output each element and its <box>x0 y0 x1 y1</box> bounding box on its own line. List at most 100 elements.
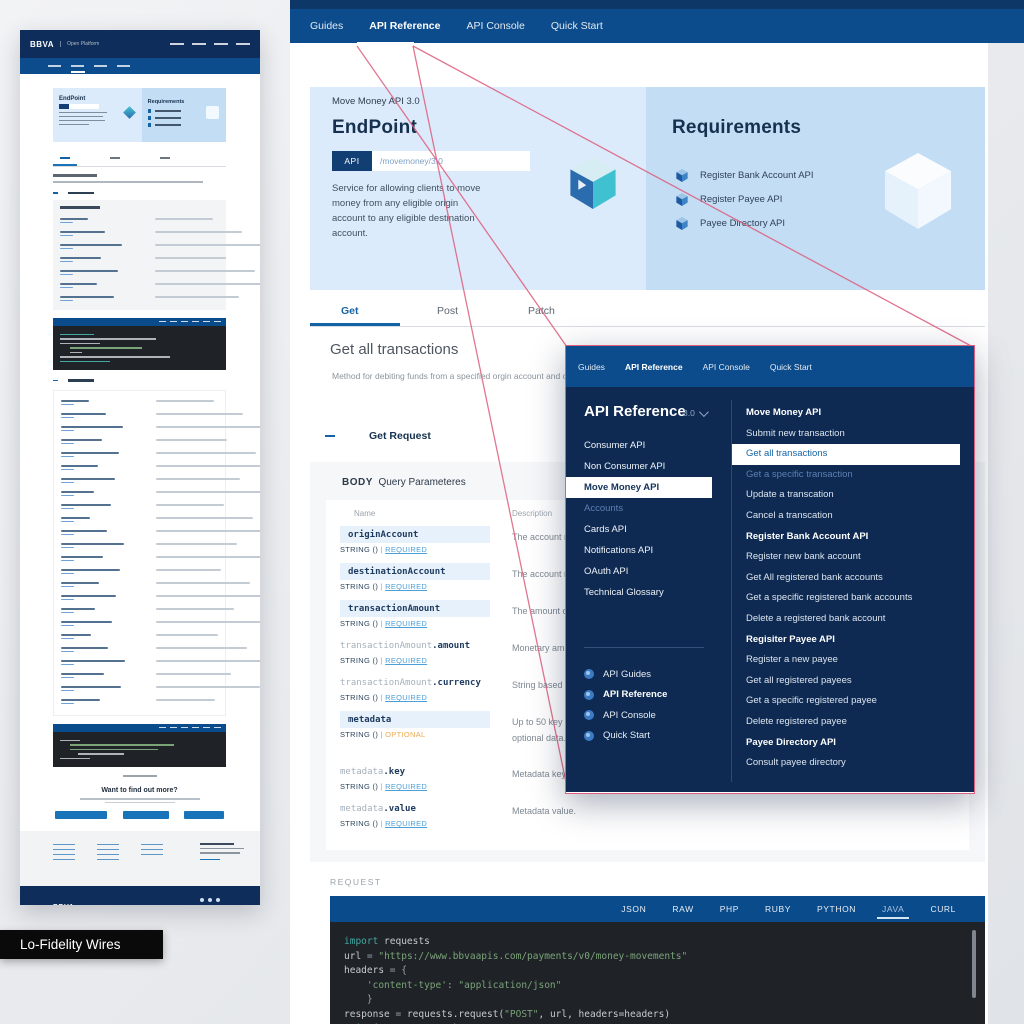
nav-item[interactable]: Quick Start <box>551 20 603 32</box>
parameter-flag[interactable]: REQUIRED <box>385 619 427 628</box>
method-tab[interactable]: Get <box>341 305 359 317</box>
popup-menu-item[interactable]: Update a transcation <box>732 485 974 506</box>
parameter-flag[interactable]: REQUIRED <box>385 693 427 702</box>
popup-sidebar-item[interactable]: Move Money API <box>566 477 712 498</box>
code-language-tab[interactable]: PYTHON <box>804 896 869 922</box>
thumb-response-toggle <box>53 379 226 382</box>
popup-sidebar-item[interactable]: Notifications API <box>566 540 731 561</box>
code-editor[interactable]: import requestsurl = "https://www.bbvaap… <box>330 922 985 1024</box>
globe-icon <box>584 710 594 720</box>
thumb-response-table <box>53 390 226 716</box>
popup-nav-item[interactable]: API Console <box>703 362 750 372</box>
popup-menu-item[interactable]: Regisiter Payee API <box>732 630 974 651</box>
nav-item[interactable]: API Reference <box>369 20 440 32</box>
popup-menu-item[interactable]: Get All registered bank accounts <box>732 568 974 589</box>
thumb-code-block-1 <box>53 318 226 371</box>
get-request-toggle[interactable]: Get Request <box>325 430 431 442</box>
method-tab[interactable]: Patch <box>528 305 555 317</box>
parameter-flag[interactable]: REQUIRED <box>385 545 427 554</box>
requirement-item[interactable]: Payee Directory API <box>676 211 814 235</box>
request-label: REQUEST <box>330 877 382 887</box>
parameter-flag[interactable]: REQUIRED <box>385 656 427 665</box>
thumb-code-lines <box>53 326 226 371</box>
popup-sidebar-item[interactable]: Accounts <box>566 498 731 519</box>
quick-link-label: API Reference <box>603 689 667 700</box>
parameter-flag[interactable]: REQUIRED <box>385 582 427 591</box>
popup-menu-item[interactable]: Delete a registered bank account <box>732 609 974 630</box>
parameter-flag[interactable]: REQUIRED <box>385 782 427 791</box>
endpoint-description: Service for allowing clients to move mon… <box>332 181 484 241</box>
popup-menu-item[interactable]: Get a specific registered bank accounts <box>732 588 974 609</box>
popup-nav-item[interactable]: Guides <box>578 362 605 372</box>
popup-quick-link[interactable]: API Reference <box>584 685 667 706</box>
method-tab[interactable]: Post <box>437 305 458 317</box>
thumb-param-rows <box>60 215 219 306</box>
thumb-footer-links <box>20 831 260 886</box>
thumb-code-block-2 <box>53 724 226 768</box>
code-scrollbar[interactable] <box>972 930 976 998</box>
popup-sidebar-item[interactable]: Consumer API <box>566 435 731 456</box>
thumb-social-icons <box>200 898 220 902</box>
cube-icon <box>676 193 688 206</box>
code-language-tab[interactable]: RAW <box>659 896 706 922</box>
popup-menu-item[interactable]: Consult payee directory <box>732 753 974 774</box>
nav-item[interactable]: Guides <box>310 20 343 32</box>
endpoint-path-field[interactable]: /movemoney/3.0 <box>372 151 530 171</box>
globe-icon <box>584 690 594 700</box>
popup-menu-item[interactable]: Move Money API <box>732 403 974 424</box>
thumb-footer-contact <box>200 840 260 886</box>
popup-menu-item[interactable]: Get a specific transaction <box>732 465 974 486</box>
version-dropdown[interactable]: 3.0 <box>683 408 706 418</box>
popup-divider <box>584 647 704 648</box>
popup-menu-item[interactable]: Payee Directory API <box>732 733 974 754</box>
popup-nav-item[interactable]: Quick Start <box>770 362 812 372</box>
requirement-item[interactable]: Register Payee API <box>676 187 814 211</box>
requirement-item[interactable]: Register Bank Account API <box>676 163 814 187</box>
popup-menu-item[interactable]: Submit new transaction <box>732 424 974 445</box>
popup-quick-link[interactable]: Quick Start <box>584 726 667 747</box>
code-language-tab[interactable]: PHP <box>707 896 752 922</box>
popup-sidebar-item[interactable]: Technical Glossary <box>566 582 731 603</box>
thumb-footer-brand: BBVA Open Platform <box>20 886 260 905</box>
code-language-tab[interactable]: JSON <box>608 896 659 922</box>
chevron-down-icon <box>699 407 709 417</box>
popup-sidebar-item[interactable]: Cards API <box>566 519 731 540</box>
thumb-white-cube-icon <box>206 106 219 119</box>
thumb-subnav <box>20 58 260 74</box>
nav-item[interactable]: API Console <box>466 20 524 32</box>
thumb-cta-buttons <box>53 811 226 819</box>
logo-suffix: Open Platform <box>60 41 99 47</box>
popup-menu-item[interactable]: Get all transactions <box>732 444 960 465</box>
active-method-tab-underline <box>310 323 400 326</box>
quick-link-label: API Console <box>603 710 656 721</box>
parameter-flag[interactable]: OPTIONAL <box>385 730 425 739</box>
popup-menu-item[interactable]: Register Bank Account API <box>732 527 974 548</box>
code-language-tab[interactable]: RUBY <box>752 896 804 922</box>
code-language-tab[interactable]: JAVA <box>869 896 917 922</box>
popup-sidebar-item[interactable]: OAuth API <box>566 561 731 582</box>
popup-menu-item[interactable]: Register new bank account <box>732 547 974 568</box>
code-language-tab[interactable]: CURL <box>917 896 969 922</box>
parameter-flag[interactable]: REQUIRED <box>385 819 427 828</box>
popup-menu-item[interactable]: Get all registered payees <box>732 671 974 692</box>
thumb-body: EndPoint Requirements <box>20 74 260 905</box>
popup-nav-item[interactable]: API Reference <box>625 362 683 372</box>
popup-sidebar-item[interactable]: Non Consumer API <box>566 456 731 477</box>
thumb-code-tabs <box>53 318 226 326</box>
thumb-header: BBVA Open Platform <box>20 30 260 58</box>
popup-endpoint-menu: Move Money APISubmit new transactionGet … <box>732 403 974 774</box>
popup-menu-item[interactable]: Cancel a transcation <box>732 506 974 527</box>
requirements-panel: Requirements Register Bank Account API <box>646 87 985 290</box>
api-method-chip: API <box>332 151 372 171</box>
popup-quick-link[interactable]: API Guides <box>584 664 667 685</box>
popup-menu-item[interactable]: Get a specific registered payee <box>732 691 974 712</box>
popup-menu-item[interactable]: Register a new payee <box>732 650 974 671</box>
quick-link-label: Quick Start <box>603 730 650 741</box>
lofi-wireframe-thumbnail[interactable]: BBVA Open Platform EndPoint Requirements <box>20 30 260 905</box>
white-cube-icon <box>884 153 952 229</box>
popup-menu-item[interactable]: Delete registered payee <box>732 712 974 733</box>
collapse-icon <box>325 435 335 437</box>
popup-quick-link[interactable]: API Console <box>584 705 667 726</box>
popup-menu-body: API Reference 3.0 Consumer APINon Consum… <box>566 387 974 792</box>
lofi-wires-badge: Lo-Fidelity Wires <box>0 930 163 959</box>
